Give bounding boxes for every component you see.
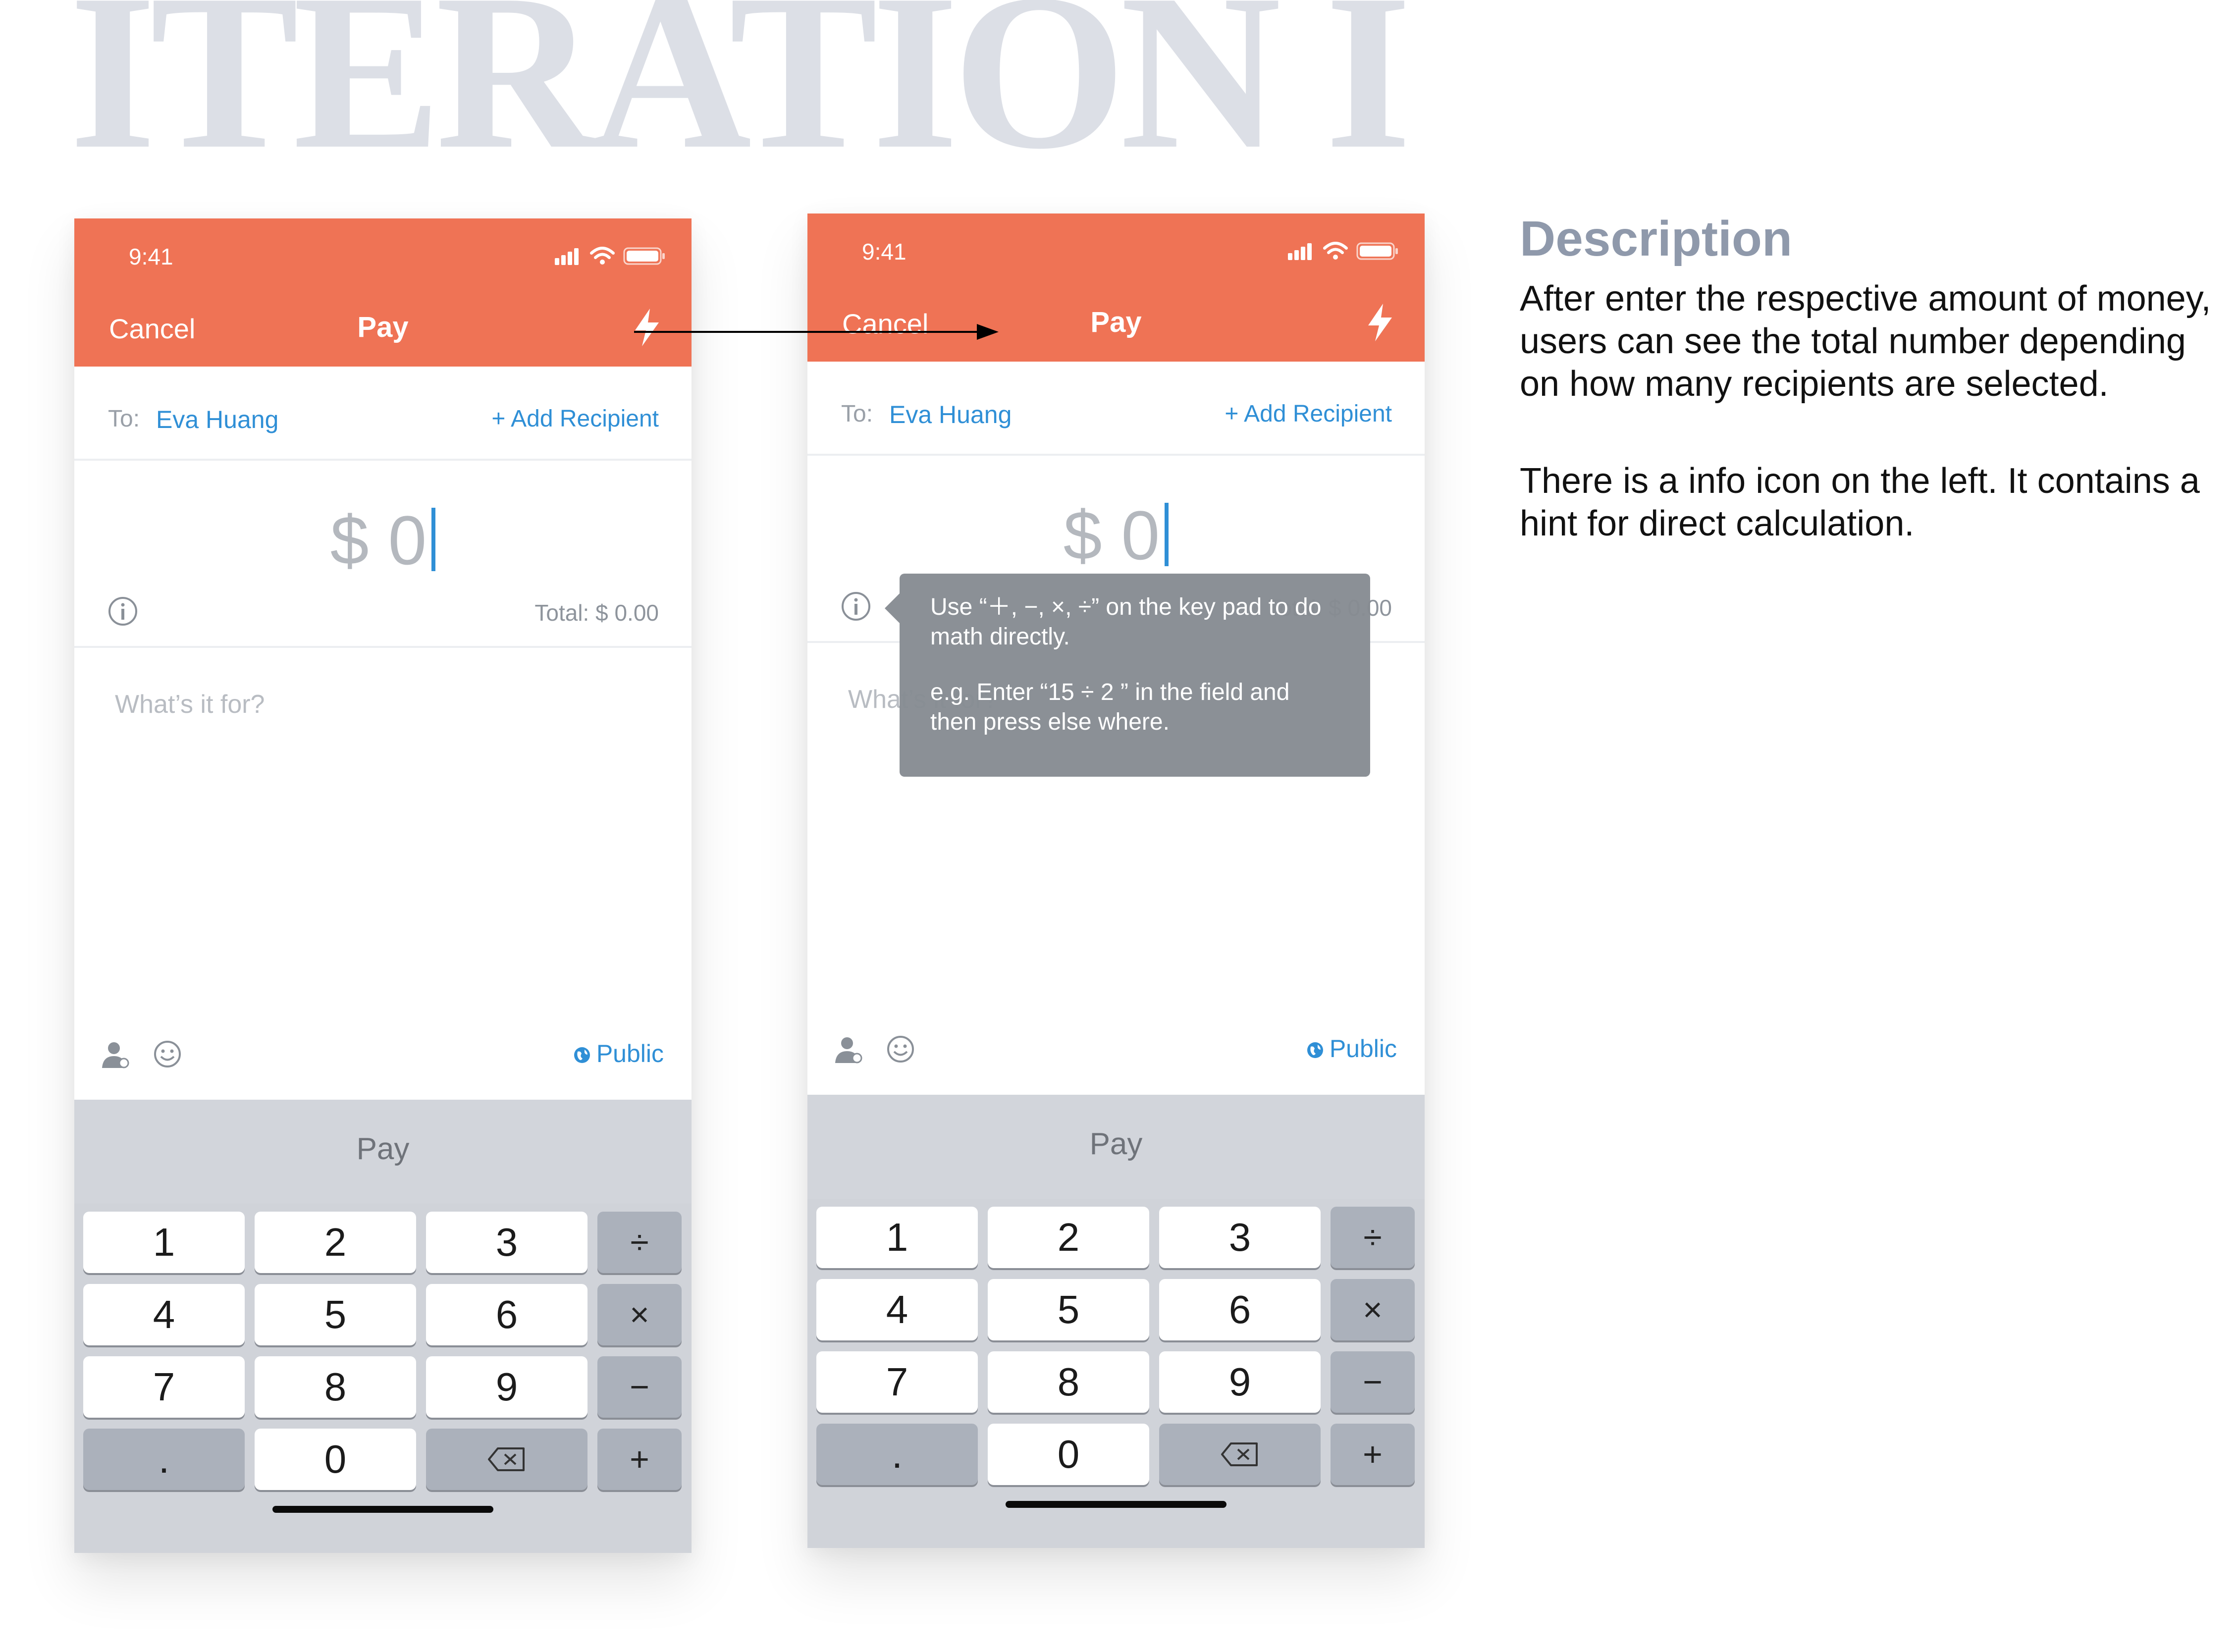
- note-placeholder: What’s it for?: [115, 690, 265, 719]
- key-decimal[interactable]: .: [83, 1429, 245, 1490]
- recipient-row: To: Eva Huang + Add Recipient: [807, 362, 1425, 456]
- numeric-keypad: 1 2 3 ÷ 4 5 6 × 7 8 9 − . 0 +: [74, 1204, 692, 1553]
- tooltip-hint: Use “＋, −, ×, ÷” on the key pad to do ma…: [930, 594, 1322, 650]
- phone-mockup-tooltip: 9:41 Cancel Pay To: Eva Huang + Add Reci…: [807, 213, 1425, 1548]
- recipient-row: To: Eva Huang + Add Recipient: [74, 367, 692, 461]
- key-7[interactable]: 7: [83, 1356, 245, 1418]
- numeric-keypad: 1 2 3 ÷ 4 5 6 × 7 8 9 − . 0 +: [807, 1199, 1425, 1548]
- keyboard-accessory-bar: Pay: [807, 1095, 1425, 1199]
- pay-bar-button[interactable]: Pay: [807, 1126, 1425, 1162]
- key-9[interactable]: 9: [1159, 1351, 1321, 1413]
- key-plus[interactable]: +: [1331, 1424, 1415, 1485]
- to-label: To:: [841, 401, 873, 427]
- status-icons: [555, 247, 665, 265]
- visibility-label: Public: [596, 1040, 664, 1067]
- key-4[interactable]: 4: [83, 1284, 245, 1345]
- backspace-key[interactable]: [426, 1429, 587, 1490]
- key-multiply[interactable]: ×: [1331, 1279, 1415, 1340]
- key-0[interactable]: 0: [255, 1429, 416, 1490]
- page-title: Pay: [357, 311, 409, 343]
- key-1[interactable]: 1: [816, 1207, 978, 1268]
- key-divide[interactable]: ÷: [1331, 1207, 1415, 1268]
- battery-icon: [1356, 242, 1398, 260]
- key-5[interactable]: 5: [988, 1279, 1149, 1340]
- tooltip-arrow: [885, 593, 900, 623]
- key-8[interactable]: 8: [988, 1351, 1149, 1413]
- emoji-icon[interactable]: [153, 1039, 182, 1069]
- info-icon[interactable]: [840, 590, 872, 622]
- amount-row: $ 0 Total: $ 0.00: [74, 461, 692, 648]
- key-5[interactable]: 5: [255, 1284, 416, 1345]
- key-multiply[interactable]: ×: [597, 1284, 682, 1345]
- backspace-key[interactable]: [1159, 1424, 1321, 1485]
- key-1[interactable]: 1: [83, 1212, 245, 1273]
- key-decimal[interactable]: .: [816, 1424, 978, 1485]
- home-indicator: [1006, 1501, 1226, 1508]
- description-title: Description: [1520, 211, 1793, 266]
- tooltip-example: e.g. Enter “15 ÷ 2 ” in the field and th…: [930, 679, 1290, 735]
- key-6[interactable]: 6: [426, 1284, 587, 1345]
- lightning-icon[interactable]: [1365, 303, 1395, 342]
- flow-arrow: [634, 324, 999, 340]
- home-indicator: [272, 1506, 493, 1513]
- page-headline: ITERATION I: [69, 0, 1412, 195]
- key-2[interactable]: 2: [988, 1207, 1149, 1268]
- description-paragraph-2: There is a info icon on the left. It con…: [1520, 461, 2200, 543]
- backspace-icon: [1221, 1442, 1258, 1466]
- pay-bar-button[interactable]: Pay: [74, 1131, 692, 1167]
- tag-person-icon[interactable]: [100, 1039, 132, 1071]
- phone-mockup-default: 9:41 Cancel Pay To: Eva Huang + Add Reci…: [74, 218, 692, 1553]
- info-tooltip: Use “＋, −, ×, ÷” on the key pad to do ma…: [885, 574, 1370, 777]
- key-4[interactable]: 4: [816, 1279, 978, 1340]
- key-8[interactable]: 8: [255, 1356, 416, 1418]
- globe-icon: [574, 1047, 590, 1063]
- keyboard-accessory-bar: Pay: [74, 1100, 692, 1204]
- battery-icon: [623, 247, 665, 265]
- backspace-icon: [488, 1447, 525, 1471]
- total-amount: Total: $ 0.00: [534, 600, 659, 626]
- key-3[interactable]: 3: [426, 1212, 587, 1273]
- amount-field[interactable]: $ 0: [807, 495, 1425, 576]
- visibility-label: Public: [1329, 1035, 1397, 1063]
- to-label: To:: [108, 406, 140, 432]
- key-plus[interactable]: +: [597, 1429, 682, 1490]
- app-header: 9:41 Cancel Pay: [74, 218, 692, 367]
- key-6[interactable]: 6: [1159, 1279, 1321, 1340]
- tag-person-icon[interactable]: [833, 1034, 865, 1066]
- recipient-name[interactable]: Eva Huang: [156, 405, 278, 434]
- signal-icon: [555, 248, 579, 265]
- note-area[interactable]: What’s it for? Public: [74, 648, 692, 1100]
- key-3[interactable]: 3: [1159, 1207, 1321, 1268]
- recipient-name[interactable]: Eva Huang: [889, 400, 1012, 429]
- key-minus[interactable]: −: [1331, 1351, 1415, 1413]
- wifi-icon: [1323, 242, 1348, 254]
- globe-icon: [1307, 1042, 1323, 1058]
- visibility-selector[interactable]: Public: [1306, 1034, 1397, 1063]
- visibility-selector[interactable]: Public: [573, 1039, 664, 1068]
- status-time: 9:41: [129, 244, 173, 269]
- description-paragraph-1: After enter the respective amount of mon…: [1520, 279, 2211, 404]
- status-time: 9:41: [862, 239, 906, 265]
- info-icon[interactable]: [107, 595, 139, 627]
- amount-value: $ 0: [1063, 496, 1160, 574]
- key-minus[interactable]: −: [597, 1356, 682, 1418]
- text-cursor: [431, 508, 436, 571]
- key-divide[interactable]: ÷: [597, 1212, 682, 1273]
- key-0[interactable]: 0: [988, 1424, 1149, 1485]
- key-7[interactable]: 7: [816, 1351, 978, 1413]
- signal-icon: [1288, 243, 1312, 260]
- amount-value: $ 0: [330, 501, 427, 579]
- add-recipient-button[interactable]: + Add Recipient: [1225, 400, 1392, 427]
- status-icons: [1288, 242, 1398, 260]
- add-recipient-button[interactable]: + Add Recipient: [491, 405, 659, 432]
- key-9[interactable]: 9: [426, 1356, 587, 1418]
- key-2[interactable]: 2: [255, 1212, 416, 1273]
- text-cursor: [1165, 503, 1169, 566]
- emoji-icon[interactable]: [886, 1034, 915, 1064]
- amount-field[interactable]: $ 0: [74, 500, 692, 581]
- wifi-icon: [590, 247, 615, 259]
